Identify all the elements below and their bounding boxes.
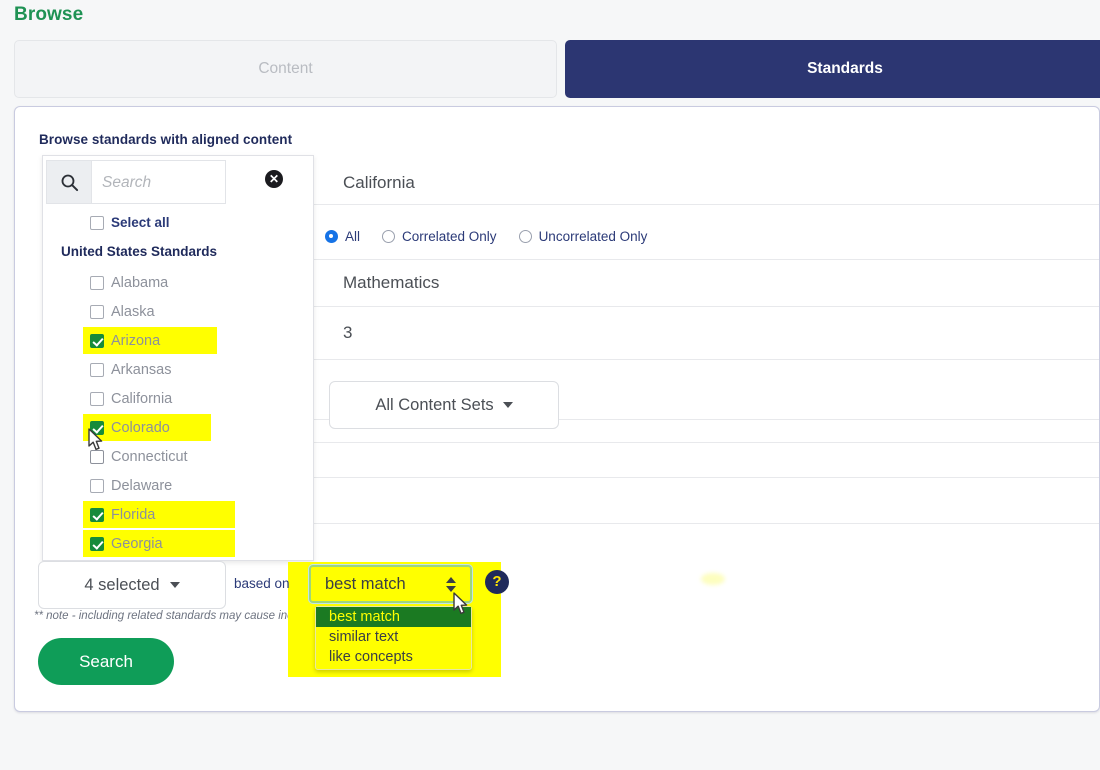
state-label-florida: Florida [111,506,156,523]
state-checkbox-alabama[interactable] [90,275,104,290]
correlation-radio-group: All Correlated Only Uncorrelated Only [325,229,647,244]
based-on-label: based on [234,576,290,591]
faint-highlight-artifact [701,573,725,585]
state-row-arizona[interactable]: Arizona [43,326,313,355]
state-row-connecticut[interactable]: Connecticut [43,442,313,471]
subject-value: Mathematics [343,273,440,292]
state-checkbox-alaska[interactable] [90,304,104,319]
radio-correlated-only[interactable]: Correlated Only [382,229,497,244]
tab-content-label: Content [258,60,313,77]
tab-bar: Content Standards [14,40,1100,98]
radio-dot-correlated-icon [382,230,396,243]
state-label-delaware: Delaware [111,477,173,494]
select-all-checkbox[interactable] [90,215,104,230]
detail-row-spacer-3 [313,478,1099,524]
related-standards-note: ** note - including related standards ma… [34,610,297,622]
state-checkbox-florida[interactable] [90,507,104,522]
radio-all[interactable]: All [325,229,360,244]
detail-row-subject[interactable]: Mathematics [313,260,1099,307]
state-label-arizona: Arizona [111,332,161,349]
chevron-down-icon [502,402,513,408]
state-checkbox-arizona[interactable] [90,333,104,348]
radio-dot-uncorrelated-icon [518,230,532,243]
state-value: California [343,173,415,192]
state-row-alabama[interactable]: Alabama [43,268,313,297]
detail-row-spacer-2 [313,443,1099,478]
state-checkbox-delaware[interactable] [90,478,104,493]
grade-value: 3 [343,323,353,342]
state-label-georgia: Georgia [111,535,163,552]
selected-states-label: 4 selected [84,575,160,594]
all-content-sets-label: All Content Sets [375,395,494,414]
sort-select[interactable]: best match [309,565,472,603]
state-checkbox-colorado[interactable] [90,420,104,435]
sort-select-value: best match [325,574,406,593]
state-checkbox-connecticut[interactable] [90,449,104,464]
state-list: Alabama Alaska Arizona Arkansas Californ… [43,268,313,558]
page-title: Browse [14,4,84,25]
radio-all-label: All [345,229,361,244]
search-input[interactable] [91,160,226,204]
state-row-alaska[interactable]: Alaska [43,297,313,326]
radio-uncorrelated-label: Uncorrelated Only [538,229,648,244]
radio-dot-all-icon [325,230,338,243]
state-row-florida[interactable]: Florida [43,500,313,529]
clear-search-icon[interactable]: ✕ [265,170,283,188]
state-checkbox-california[interactable] [90,391,104,406]
state-label-alabama: Alabama [111,274,169,291]
select-all-row[interactable]: Select all [90,215,170,230]
chevron-down-icon [169,582,180,588]
radio-uncorrelated-only[interactable]: Uncorrelated Only [518,229,648,244]
radio-correlated-label: Correlated Only [402,229,497,244]
state-label-arkansas: Arkansas [111,361,172,378]
state-label-california: California [111,390,173,407]
state-row-georgia[interactable]: Georgia [43,529,313,558]
selected-states-dropdown[interactable]: 4 selected [38,561,226,609]
tab-content[interactable]: Content [14,40,557,98]
sort-option-similar-text[interactable]: similar text [316,627,471,647]
search-bar [46,160,226,204]
help-question-mark-icon[interactable]: ? [485,570,509,594]
app-root: Browse Content Standards Browse standard… [0,0,1100,770]
sort-option-like-concepts[interactable]: like concepts [316,647,471,667]
state-label-connecticut: Connecticut [111,448,188,465]
standards-filter-popover: ✕ Select all United States Standards Ala… [42,155,314,561]
state-checkbox-georgia[interactable] [90,536,104,551]
sort-select-arrows-icon [446,576,456,592]
state-row-colorado[interactable]: Colorado [43,413,313,442]
state-row-arkansas[interactable]: Arkansas [43,355,313,384]
sort-option-best-match[interactable]: best match [316,607,471,627]
detail-row-spacer-1 [313,420,1099,443]
state-checkbox-arkansas[interactable] [90,362,104,377]
select-all-label: Select all [111,215,170,230]
search-icon[interactable] [46,160,91,204]
state-row-california[interactable]: California [43,384,313,413]
highlight-florida [83,501,235,528]
tab-standards[interactable]: Standards [565,40,1100,98]
search-button-label: Search [79,651,133,671]
sort-select-menu: best match similar text like concepts [315,606,472,670]
state-label-colorado: Colorado [111,419,170,436]
state-row-delaware[interactable]: Delaware [43,471,313,500]
state-label-alaska: Alaska [111,303,155,320]
card-heading: Browse standards with aligned content [39,132,293,147]
standards-group-title: United States Standards [61,244,218,259]
search-button[interactable]: Search [38,638,174,685]
detail-row-grade[interactable]: 3 [313,307,1099,360]
detail-row-state[interactable]: California [313,161,1099,205]
tab-standards-label: Standards [807,60,883,77]
